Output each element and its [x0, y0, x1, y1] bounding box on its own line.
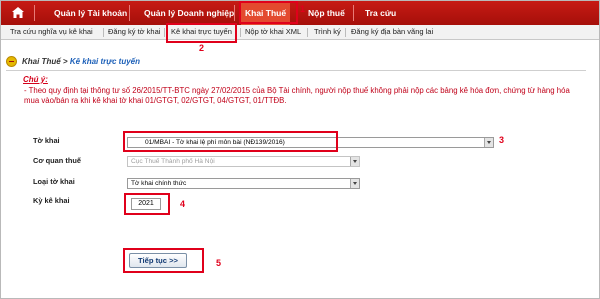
- annotation-box-4: [124, 193, 170, 215]
- dropdown-arrow-icon: [350, 157, 359, 166]
- continue-button[interactable]: Tiếp tục >>: [129, 253, 187, 268]
- subnav-divider: [307, 28, 308, 37]
- subnav-item-sign[interactable]: Trình ký: [314, 25, 341, 40]
- home-icon[interactable]: [11, 6, 25, 19]
- nav-divider: [353, 5, 354, 21]
- nav-item-enterprise[interactable]: Quản lý Doanh nghiệp: [144, 1, 234, 25]
- note-title: Chú ý:: [23, 75, 48, 84]
- breadcrumb-current: Kê khai trực tuyến: [69, 57, 140, 66]
- subnav-divider: [240, 28, 241, 37]
- note-text: - Theo quy định tại thông tư số 26/2015/…: [24, 86, 570, 105]
- breadcrumb-section[interactable]: Khai Thuế: [22, 57, 61, 66]
- annotation-number-4: 4: [180, 199, 186, 209]
- nav-divider: [129, 5, 130, 21]
- subnav-item-register-declaration[interactable]: Đăng ký tờ khai: [108, 25, 160, 40]
- declaration-form-label: Tờ khai: [33, 136, 60, 145]
- nav-item-tax-payment[interactable]: Nộp thuế: [308, 1, 345, 25]
- declaration-type-label: Loại tờ khai: [33, 177, 75, 186]
- annotation-box-1: [239, 1, 298, 24]
- nav-divider: [234, 5, 235, 21]
- tax-office-value: Cục Thuế Thành phố Hà Nội: [131, 158, 215, 165]
- dropdown-arrow-icon[interactable]: [350, 179, 359, 188]
- tax-office-select: Cục Thuế Thành phố Hà Nội: [127, 156, 360, 167]
- tax-office-label: Cơ quan thuế: [33, 156, 81, 165]
- nav-item-account[interactable]: Quản lý Tài khoản: [54, 1, 127, 25]
- subnav-item-obligation-lookup[interactable]: Tra cứu nghĩa vụ kê khai: [10, 25, 93, 40]
- subnav-divider: [103, 28, 104, 37]
- divider: [6, 70, 586, 71]
- annotation-box-2: [166, 23, 237, 43]
- subnav-item-submit-xml[interactable]: Nộp tờ khai XML: [245, 25, 301, 40]
- annotation-number-5: 5: [216, 258, 222, 268]
- dropdown-arrow-icon[interactable]: [484, 138, 493, 147]
- nav-divider: [34, 5, 35, 21]
- subnav-item-register-visiting-area[interactable]: Đăng ký địa bàn vãng lai: [351, 25, 433, 40]
- declaration-type-select[interactable]: Tờ khai chính thức: [127, 178, 360, 189]
- declaration-type-value: Tờ khai chính thức: [131, 180, 187, 187]
- annotation-number-3: 3: [499, 135, 505, 145]
- nav-item-lookup[interactable]: Tra cứu: [365, 1, 396, 25]
- breadcrumb-separator: >: [62, 57, 68, 66]
- subnav-divider: [164, 28, 165, 37]
- coin-icon: [6, 56, 17, 67]
- breadcrumb: Khai Thuế > Kê khai trực tuyến: [22, 57, 140, 66]
- annotation-number-2: 2: [199, 43, 205, 53]
- sub-nav: Tra cứu nghĩa vụ kê khai Đăng ký tờ khai…: [1, 25, 599, 40]
- annotation-box-3: [123, 131, 338, 152]
- declaration-period-label: Kỳ kê khai: [33, 196, 70, 205]
- subnav-divider: [345, 28, 346, 37]
- annotation-number-1: 1: [300, 4, 306, 14]
